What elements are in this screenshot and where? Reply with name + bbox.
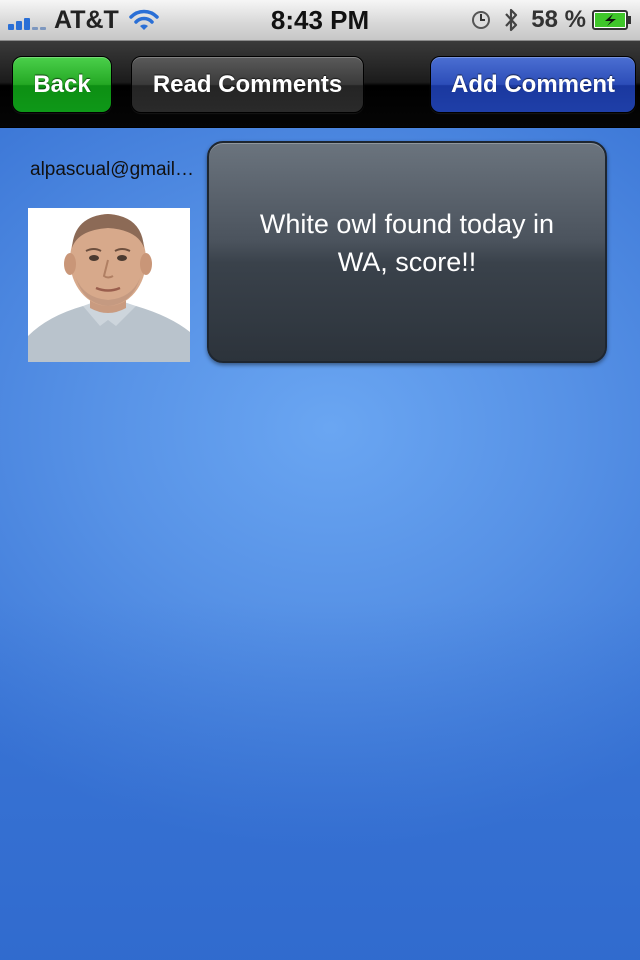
post-view: alpascual@gmail… White owl found today i… bbox=[0, 128, 640, 960]
avatar bbox=[28, 208, 190, 362]
read-comments-button[interactable]: Read Comments bbox=[131, 56, 364, 113]
author-email: alpascual@gmail… bbox=[30, 159, 194, 180]
battery-percent: 58 % bbox=[531, 6, 586, 33]
comment-text: White owl found today in WA, score!! bbox=[259, 209, 555, 277]
avatar-photo bbox=[28, 208, 190, 362]
status-bar: AT&T 8:43 PM 58 % bbox=[0, 0, 640, 41]
bluetooth-icon bbox=[505, 8, 518, 32]
battery-icon bbox=[592, 10, 631, 30]
clock-icon bbox=[472, 11, 491, 29]
toolbar: Back Read Comments Add Comment bbox=[0, 41, 640, 128]
back-button[interactable]: Back bbox=[12, 56, 112, 113]
comment-bubble[interactable]: White owl found today in WA, score!! bbox=[207, 141, 607, 363]
add-comment-button[interactable]: Add Comment bbox=[430, 56, 636, 113]
